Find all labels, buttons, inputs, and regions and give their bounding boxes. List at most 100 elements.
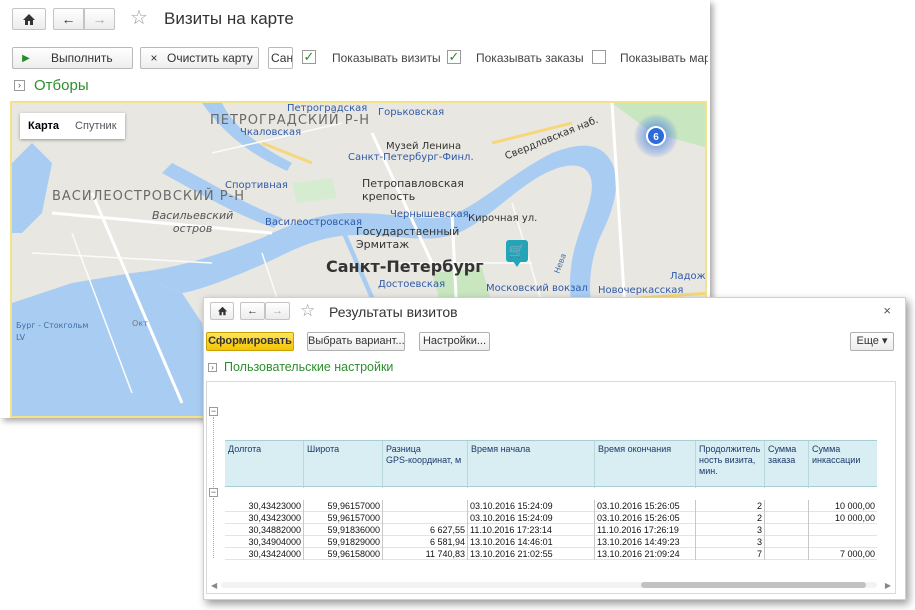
map-label-poi: Кирочная ул. [468,213,538,224]
map-label-poi: Достоевская [378,279,446,290]
table-cell: 2 [696,500,765,512]
table-cell: 13.10.2016 21:09:24 [595,548,696,560]
user-settings-expand-icon[interactable]: › [208,363,217,372]
table-cell: 6 627,55 [383,524,468,536]
map-label-city: Санкт-Петербург [326,257,484,276]
star-icon[interactable]: ☆ [300,301,315,321]
arrow-right-icon: → [272,305,283,317]
show-orders-checkbox[interactable]: ✓ [447,50,461,64]
table-cell [765,536,809,548]
generate-button[interactable]: Сформировать [206,332,294,351]
map-label-poi: Василеостровская [265,217,363,228]
map-label-poi: Ладожск [670,271,706,282]
settings-button[interactable]: Настройки... [419,332,490,351]
home-button[interactable] [12,8,46,30]
horizontal-scrollbar[interactable] [221,582,877,588]
shopping-cart-icon[interactable]: 🛒 [506,240,528,267]
back-button[interactable]: ← [53,8,84,30]
home-icon [23,13,35,25]
table-row[interactable]: 30,34904000 59,91829000 6 581,94 13.10.2016… [225,536,877,548]
table-cell: 03.10.2016 15:26:05 [595,512,696,524]
table-cell: 7 [696,548,765,560]
map-label-poi: Московский вокзал [486,283,588,294]
filters-link[interactable]: Отборы [34,77,89,94]
map-label-lv: LV [16,333,26,342]
table-cell: 59,96157000 [304,500,383,512]
table-cell [383,512,468,524]
cluster-count: 6 [646,126,666,146]
col-header: Сумма инкассации [812,444,861,465]
col-header: Время окончания [595,441,696,488]
table-row[interactable]: 30,43423000 59,96157000 03.10.2016 15:24:0… [225,512,877,524]
back-button[interactable]: ← [240,302,265,320]
tree-line [213,498,214,558]
map-label-poi: Чкаловская [240,127,302,138]
show-routes-label: Показывать марш [620,51,708,65]
scroll-left-icon[interactable]: ◀ [211,581,217,590]
select-variant-button[interactable]: Выбрать вариант... [307,332,405,351]
table-cell: 30,34904000 [225,536,304,548]
map-label-island: Васильевский остров [152,209,234,235]
map-cluster-marker[interactable]: 6 [634,114,678,158]
table-row[interactable]: 30,43424000 59,96158000 11 740,83 13.10.201… [225,548,877,560]
map-type-map-button[interactable]: Карта [20,113,67,139]
clear-map-button[interactable]: × Очистить карту [140,47,259,69]
table-cell [809,536,877,548]
table-cell: 11.10.2016 17:26:19 [595,524,696,536]
map-label-poi: Горьковская [378,107,445,118]
table-cell: 10 000,00 [834,513,875,523]
table-cell [765,524,809,536]
arrow-left-icon: ← [61,11,76,27]
show-routes-checkbox[interactable] [592,50,606,64]
col-header: Сумма заказа [765,441,809,488]
scroll-right-icon[interactable]: ▶ [885,581,891,590]
table-cell: 30,43423000 [225,500,304,512]
map-label-dock: Окт [132,319,148,328]
table-row[interactable]: 30,34882000 59,91836000 6 627,55 11.10.2016… [225,524,877,536]
map-type-switch: Карта Спутник [20,113,125,139]
table-cell: 03.10.2016 15:26:05 [595,500,696,512]
search-input[interactable]: Сан [268,47,293,69]
col-header: Время начала [468,441,595,488]
show-visits-checkbox[interactable]: ✓ [302,50,316,64]
group-collapse-icon[interactable]: − [209,407,218,416]
table-cell: 30,34882000 [225,524,304,536]
col-header: Широта [304,441,383,488]
map-type-satellite-button[interactable]: Спутник [67,113,124,139]
table-cell: 2 [696,512,765,524]
map-label-poi: Музей Ленина [386,141,462,152]
table-cell: 11 740,83 [383,548,468,560]
close-icon[interactable]: × [883,303,891,318]
run-button[interactable]: ▶ Выполнить [12,47,133,69]
tree-line [213,417,214,487]
table-cell: 6 581,94 [383,536,468,548]
table-cell: 13.10.2016 14:46:01 [468,536,595,548]
map-label-ferry: Бург - Стокгольм [16,321,89,330]
table-cell: 03.10.2016 15:24:09 [468,512,595,524]
scrollbar-thumb[interactable] [641,582,866,588]
home-button[interactable] [210,302,234,320]
star-icon[interactable]: ☆ [130,8,148,28]
table-row[interactable]: 30,43423000 59,96157000 03.10.2016 15:24:0… [225,500,877,512]
table-cell: 10 000,00 [834,501,875,511]
play-icon: ▶ [22,52,30,64]
table-cell: 03.10.2016 15:24:09 [468,500,595,512]
table-cell: 59,96157000 [304,512,383,524]
forward-button[interactable]: → [265,302,290,320]
table-cell [765,500,809,512]
map-label-poi: Новочеркасская [598,285,684,296]
table-header: Долгота Широта Разница GPS-координат, м … [225,440,877,488]
arrow-right-icon: → [92,11,107,27]
filters-expand-icon[interactable]: › [14,80,25,91]
page-title: Визиты на карте [164,9,294,28]
group-collapse-icon[interactable]: − [209,488,218,497]
report-spreadsheet[interactable]: − − Долгота Широта Разница GPS-координат… [206,381,896,594]
table-cell [765,548,809,560]
col-header: Разница GPS-координат, м [383,441,468,488]
table-cell [809,524,877,536]
user-settings-link[interactable]: Пользовательские настройки [224,360,393,374]
table-cell: 30,43423000 [225,512,304,524]
forward-button[interactable]: → [84,8,115,30]
map-label-poi: Чернышевская [390,209,469,220]
more-menu-button[interactable]: Еще ▾ [850,332,894,351]
